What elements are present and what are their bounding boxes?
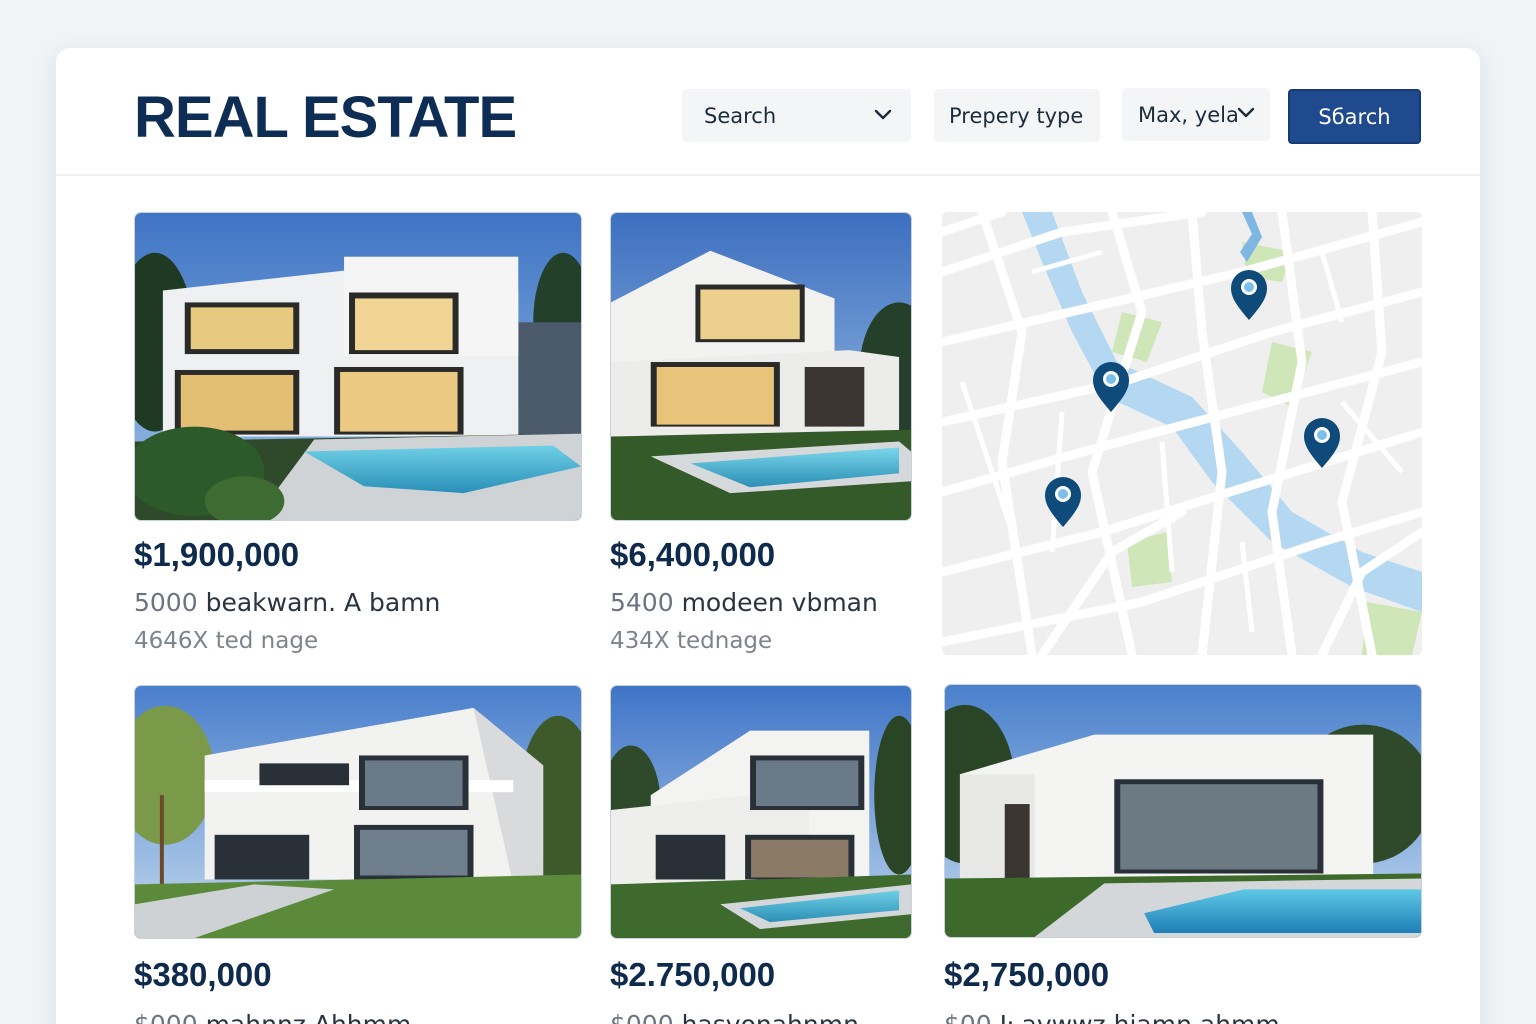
chevron-down-icon bbox=[874, 109, 892, 120]
max-price-label: Max, yela bbox=[1138, 102, 1239, 127]
listing-size: $00 bbox=[944, 1010, 992, 1024]
listing-title: mahnnz Ahhmm bbox=[206, 1010, 412, 1024]
listing-title: modeen vbman bbox=[681, 588, 878, 617]
listing-size: $000 bbox=[610, 1010, 674, 1024]
listing-price: $2,750,000 bbox=[944, 956, 1110, 993]
property-photo[interactable] bbox=[134, 212, 582, 521]
listing-size: 5000 bbox=[134, 588, 198, 617]
listing-price: $1,900,000 bbox=[134, 536, 300, 573]
listing-description: $00 Ŀ avwwz hiamn ahmm bbox=[944, 1010, 1280, 1024]
property-type-label: Prepery type bbox=[949, 103, 1084, 128]
search-button[interactable]: Sбarch bbox=[1288, 89, 1421, 144]
listing-description: 5000 beakwarn. A bamn bbox=[134, 588, 440, 617]
search-dropdown[interactable]: Search bbox=[682, 89, 911, 142]
main-card: REAL ESTATE Search Prepery type Max, yel… bbox=[56, 48, 1480, 1024]
page-title: REAL ESTATE bbox=[134, 85, 517, 150]
property-photo[interactable] bbox=[610, 685, 912, 939]
listing-size: 5400 bbox=[610, 588, 674, 617]
chevron-down-icon bbox=[1237, 107, 1255, 118]
property-photo[interactable] bbox=[944, 684, 1422, 938]
listing-price: $2.750,000 bbox=[610, 956, 776, 993]
listing-title: beakwarn. A bamn bbox=[205, 588, 441, 617]
property-photo[interactable] bbox=[610, 212, 912, 521]
listing-description: 5400 modeen vbman bbox=[610, 588, 878, 617]
listing-title: Ŀ avwwz hiamn ahmm bbox=[1000, 1010, 1280, 1024]
property-photo[interactable] bbox=[134, 685, 582, 939]
max-price-dropdown[interactable]: Max, yela bbox=[1122, 88, 1270, 141]
listing-size: $000 bbox=[134, 1010, 198, 1024]
listing-meta: 4646X ted nage bbox=[134, 628, 319, 654]
search-dropdown-label: Search bbox=[704, 103, 777, 128]
listing-description: $000 mahnnz Ahhmm bbox=[134, 1010, 411, 1024]
map-view[interactable] bbox=[942, 212, 1422, 655]
listing-price: $6,400,000 bbox=[610, 536, 776, 573]
listing-meta: 434X tednage bbox=[610, 628, 773, 654]
property-type-select[interactable]: Prepery type bbox=[934, 89, 1100, 142]
listing-title: hasvonahnmn bbox=[682, 1010, 859, 1024]
header: REAL ESTATE Search Prepery type Max, yel… bbox=[56, 48, 1480, 176]
listing-price: $380,000 bbox=[134, 956, 272, 993]
listing-description: $000 hasvonahnmn bbox=[610, 1010, 859, 1024]
